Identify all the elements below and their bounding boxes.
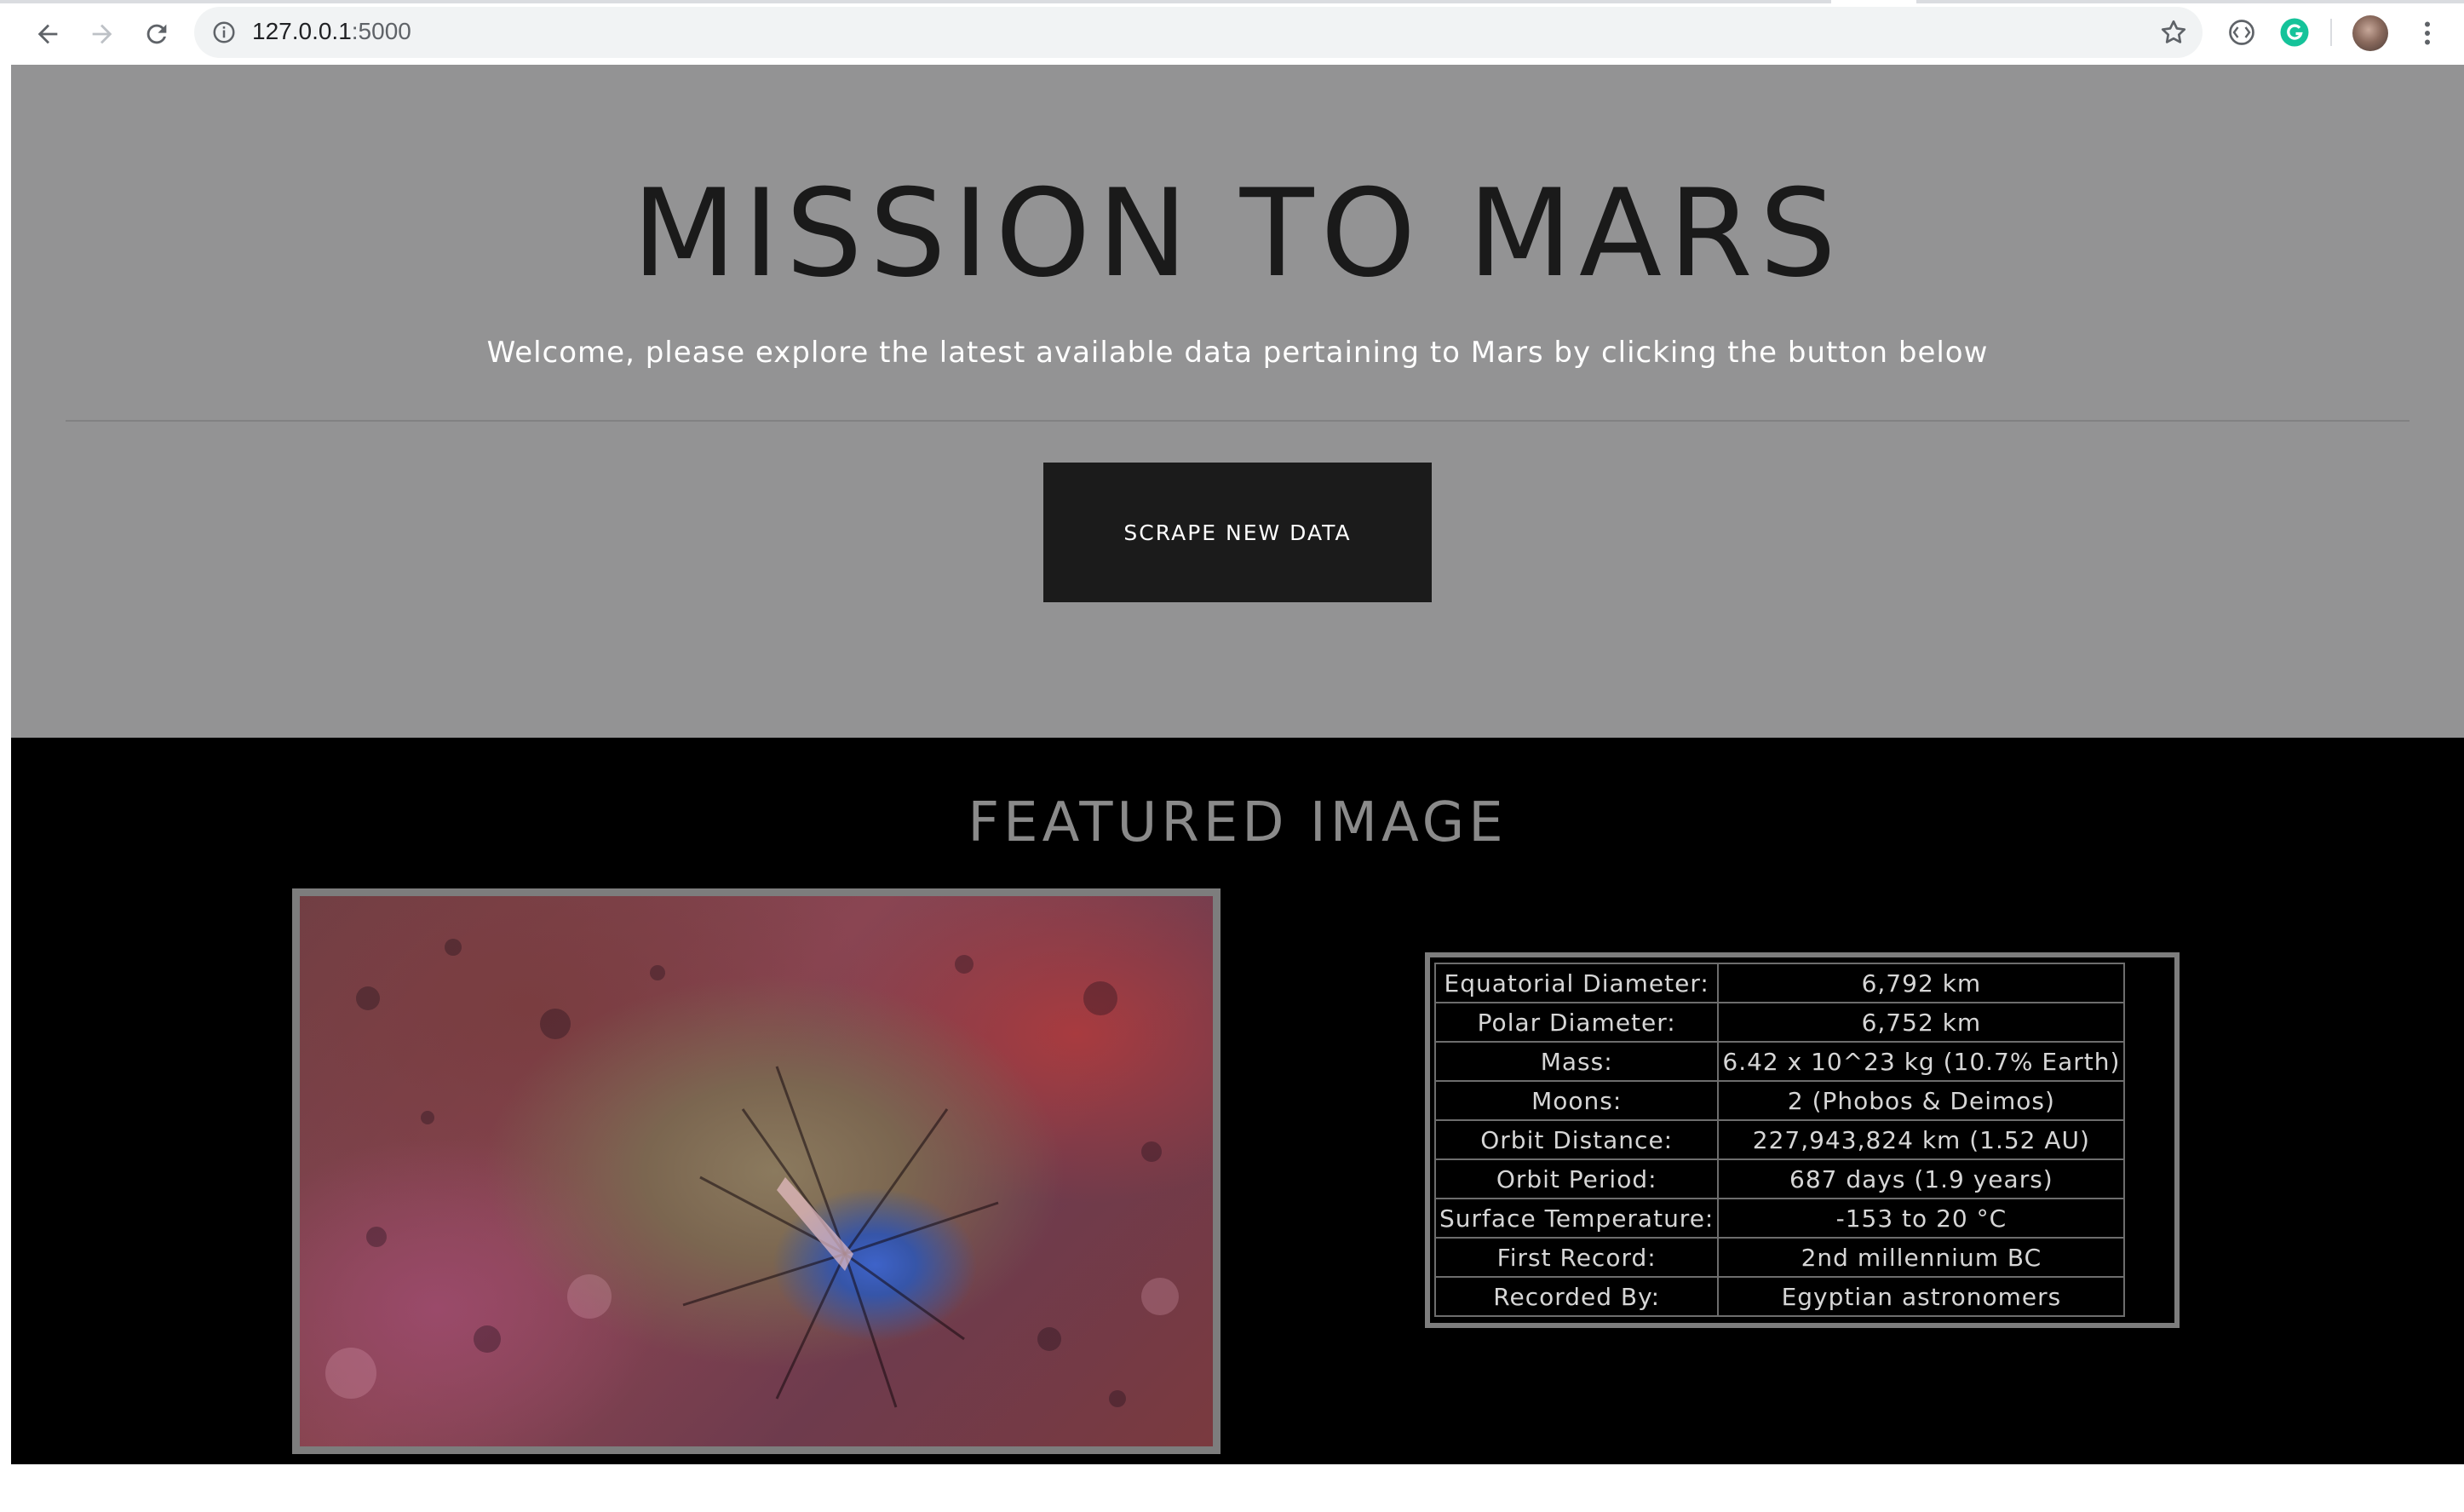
url-text: 127.0.0.1:5000	[252, 18, 411, 45]
page-content: MISSION TO MARS Welcome, please explore …	[11, 65, 2464, 1464]
hero-section: MISSION TO MARS Welcome, please explore …	[11, 65, 2464, 738]
fact-label: Recorded By:	[1433, 1276, 1720, 1317]
fact-label: First Record:	[1433, 1237, 1720, 1278]
tab-strip-edge	[0, 0, 2464, 3]
fact-label: Orbit Period:	[1433, 1158, 1720, 1199]
browser-toolbar: 127.0.0.1:5000	[0, 0, 2464, 65]
fact-value: 2 (Phobos & Deimos)	[1717, 1080, 2126, 1121]
fact-value: 687 days (1.9 years)	[1717, 1158, 2126, 1199]
hero-divider	[66, 420, 2409, 422]
featured-image-title: FEATURED IMAGE	[968, 791, 1508, 854]
hero-subtitle: Welcome, please explore the latest avail…	[486, 336, 1989, 370]
featured-mars-image	[292, 888, 1221, 1454]
toolbar-divider	[2330, 19, 2332, 46]
fact-label: Mass:	[1433, 1041, 1720, 1082]
table-row: Polar Diameter: 6,752 km	[1433, 1002, 2126, 1043]
kebab-menu-icon[interactable]	[2412, 17, 2443, 49]
featured-section: FEATURED IMAGE Equatorial Diameter: 6,79…	[11, 738, 2464, 1464]
table-row: Orbit Period: 687 days (1.9 years)	[1433, 1158, 2126, 1199]
address-bar[interactable]: 127.0.0.1:5000	[194, 7, 2203, 58]
fact-value: 6,752 km	[1717, 1002, 2126, 1043]
forward-arrow-icon[interactable]	[83, 15, 121, 53]
fact-label: Moons:	[1433, 1080, 1720, 1121]
fact-label: Surface Temperature:	[1433, 1198, 1720, 1239]
table-row: Moons: 2 (Phobos & Deimos)	[1433, 1080, 2126, 1121]
crater-image-art	[325, 939, 1179, 1408]
table-row: Mass: 6.42 x 10^23 kg (10.7% Earth)	[1433, 1041, 2126, 1082]
mars-facts-table: Equatorial Diameter: 6,792 km Polar Diame…	[1433, 963, 2126, 1317]
fact-label: Polar Diameter:	[1433, 1002, 1720, 1043]
table-row: Orbit Distance: 227,943,824 km (1.52 AU)	[1433, 1119, 2126, 1160]
fact-label: Orbit Distance:	[1433, 1119, 1720, 1160]
reload-icon[interactable]	[138, 15, 175, 53]
table-row: Equatorial Diameter: 6,792 km	[1433, 963, 2126, 1003]
fact-value: Egyptian astronomers	[1717, 1276, 2126, 1317]
mars-facts-panel: Equatorial Diameter: 6,792 km Polar Diame…	[1425, 952, 2180, 1328]
fact-value: 227,943,824 km (1.52 AU)	[1717, 1119, 2126, 1160]
table-row: Recorded By: Egyptian astronomers	[1433, 1276, 2126, 1317]
site-info-icon[interactable]	[211, 20, 237, 45]
fact-value: -153 to 20 °C	[1717, 1198, 2126, 1239]
profile-avatar[interactable]	[2352, 15, 2388, 51]
table-row: First Record: 2nd millennium BC	[1433, 1237, 2126, 1278]
url-port: :5000	[351, 18, 411, 44]
fact-value: 2nd millennium BC	[1717, 1237, 2126, 1278]
page-title: MISSION TO MARS	[632, 164, 1843, 304]
grammarly-icon[interactable]	[2279, 17, 2310, 48]
scrape-new-data-button[interactable]: SCRAPE NEW DATA	[1043, 463, 1432, 602]
fact-value: 6.42 x 10^23 kg (10.7% Earth)	[1717, 1041, 2126, 1082]
bookmark-star-icon[interactable]	[2158, 17, 2189, 48]
fact-label: Equatorial Diameter:	[1433, 963, 1720, 1003]
fact-value: 6,792 km	[1717, 963, 2126, 1003]
extension-icon[interactable]	[2226, 17, 2257, 48]
back-arrow-icon[interactable]	[29, 15, 66, 53]
table-row: Surface Temperature: -153 to 20 °C	[1433, 1198, 2126, 1239]
url-host: 127.0.0.1	[252, 18, 352, 44]
